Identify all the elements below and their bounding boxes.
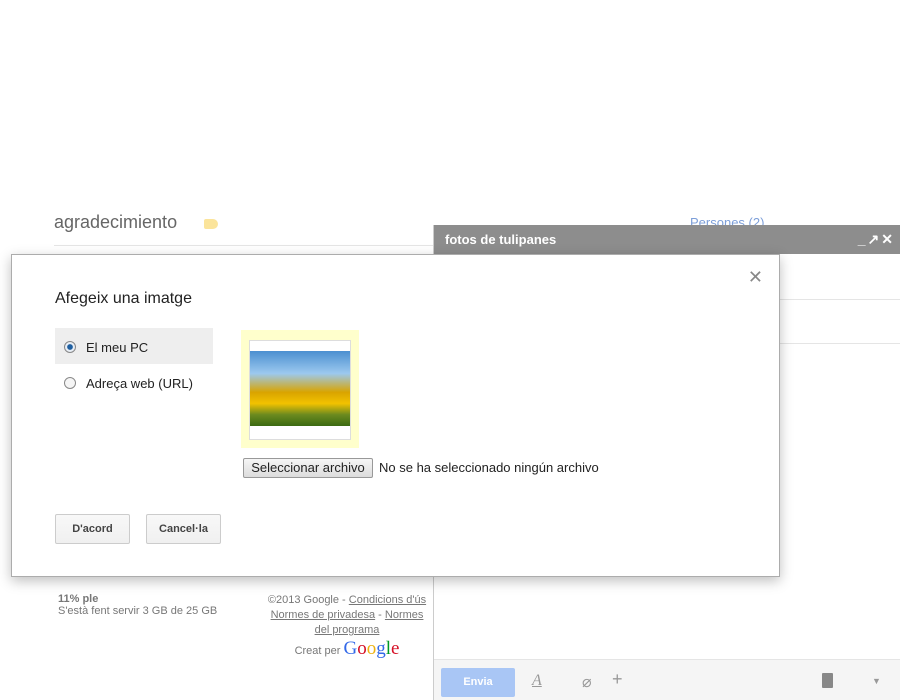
tulip-photo [250,351,350,426]
google-logo: Google [343,638,400,659]
attach-icon[interactable]: ⌀ [582,672,592,692]
label-tag-icon[interactable] [204,219,218,229]
option-my-pc[interactable]: El meu PC [64,340,148,355]
image-preview [241,330,359,448]
send-button[interactable]: Envia [441,668,515,697]
terms-link[interactable]: Condicions d'ús [349,594,426,606]
privacy-link[interactable]: Normes de privadesa [271,609,376,621]
radio-checked-icon[interactable] [64,341,76,353]
dialog-title: Afegeix una imatge [55,290,192,307]
storage-usage: S'està fent servir 3 GB de 25 GB [58,605,218,617]
option-label: Adreça web (URL) [86,376,193,391]
compose-title: fotos de tulipanes [445,232,557,247]
plus-icon[interactable]: + [612,669,623,690]
thread-title: agradecimiento [54,212,178,232]
file-status: No se ha seleccionado ningún archivo [379,460,599,475]
window-controls-icon[interactable]: _↗✕ [858,225,895,254]
separator: - [375,609,385,621]
divider [54,245,434,246]
created-by: Creat per [294,645,344,657]
option-web-url[interactable]: Adreça web (URL) [64,376,193,391]
choose-file-button[interactable]: Seleccionar archivo [243,458,373,478]
trash-icon[interactable] [822,673,833,688]
chevron-down-icon[interactable]: ▼ [872,676,881,686]
storage-percent: 11% ple [58,593,99,605]
compose-header[interactable]: fotos de tulipanes _↗✕ [434,225,900,254]
image-frame [249,340,351,440]
close-icon[interactable]: ✕ [748,267,763,288]
option-label: El meu PC [86,340,149,355]
copyright: ©2013 Google - [267,594,349,606]
compose-toolbar: Envia A ⌀ + ▼ [434,659,900,700]
ok-button[interactable]: D'acord [55,514,130,544]
radio-icon[interactable] [64,377,76,389]
footer-legal: ©2013 Google - Condicions d'ús Normes de… [262,593,432,664]
cancel-button[interactable]: Cancel·la [146,514,221,544]
storage-info: 11% ple S'està fent servir 3 GB de 25 GB [58,593,217,617]
formatting-icon[interactable]: A [532,672,542,690]
add-image-dialog: ✕ Afegeix una imatge El meu PC Adreça we… [11,254,780,577]
